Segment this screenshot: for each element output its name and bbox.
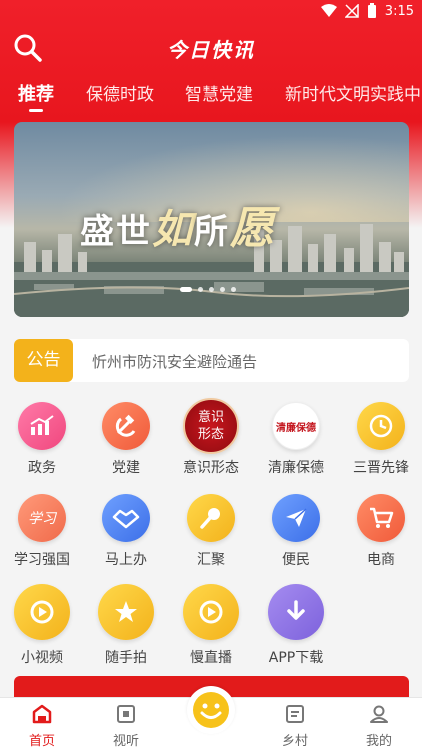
wifi-icon [320,4,337,17]
grid-item-slow-live[interactable]: 慢直播 [171,584,251,667]
grid-label: 马上办 [105,552,147,568]
grid-item-sanjin-pioneer[interactable]: 三晋先锋 [341,402,421,477]
grid-label: 清廉保德 [268,460,324,476]
center-action-button[interactable] [187,686,235,734]
document-icon [286,705,304,723]
ideology-badge-text: 意识 形态 [197,410,224,442]
channel-tabs: 推荐 保德时政 智慧党建 新时代文明实践中 [0,76,422,116]
grid-item-government[interactable]: 政务 [2,402,82,477]
grid-label: 慢直播 [190,650,232,666]
shopping-cart-icon [357,494,405,542]
nav-video[interactable]: 视听 [96,704,156,749]
status-bar: 3:15 [0,0,422,24]
top-bar: 今日快讯 [0,24,422,70]
grid-item-app-download[interactable]: APP下载 [256,584,336,667]
grid-item-xuexi[interactable]: 学习 学习强国 [2,494,82,569]
nav-label: 我的 [365,734,392,749]
banner-slogan-part: 如 [152,206,194,253]
grid-label: 意识形态 [183,460,239,476]
tab-indicator [29,109,43,112]
grid-label: 三晋先锋 [353,460,409,476]
paper-plane-icon [272,494,320,542]
grid-label: 汇聚 [197,552,225,568]
grid-item-ecommerce[interactable]: 电商 [341,494,421,569]
grid-label: APP下载 [268,650,324,666]
grid-item-convenience[interactable]: 便民 [256,494,336,569]
nav-label: 乡村 [281,734,308,749]
grid-item-party[interactable]: 党建 [86,402,166,477]
bottom-nav: 首页 视听 乡村 我的 [0,686,422,750]
notice-text[interactable]: 忻州市防汛安全避险通告 [92,351,257,372]
chart-icon [18,402,66,450]
tv-icon [117,705,135,723]
ideology-badge-icon: 意识 形态 [183,398,239,454]
banner-slogan-part: 所 [194,212,230,252]
grid-item-clean-baode[interactable]: 清廉保德 清廉保德 [256,402,336,477]
grid-label: 政务 [28,460,56,476]
page-title: 今日快讯 [167,38,255,62]
status-icons: 3:15 [320,3,414,19]
star-icon [98,584,154,640]
clock-icon [357,402,405,450]
tab-recommend[interactable]: 推荐 [18,80,54,106]
nav-me[interactable]: 我的 [349,704,409,749]
tab-baode-politics[interactable]: 保德时政 [86,80,154,105]
tab-civilization-practice[interactable]: 新时代文明实践中 [285,80,421,105]
xuexi-logo-text: 学习 [28,511,56,527]
grid-item-ideology[interactable]: 意识 形态 意识形态 [171,398,251,477]
tab-smart-party[interactable]: 智慧党建 [185,80,253,105]
handshake-icon [102,494,150,542]
banner-slogan-part: 愿 [230,203,276,254]
video-play-icon [14,584,70,640]
notice-tag: 公告 [14,339,73,382]
carousel-dot[interactable] [180,287,192,292]
grid-item-do-now[interactable]: 马上办 [86,494,166,569]
battery-icon [367,3,376,18]
download-icon [268,584,324,640]
nav-label: 视听 [112,734,139,749]
grid-label: 电商 [367,552,395,568]
carousel-dot[interactable] [209,287,214,292]
live-play-icon [183,584,239,640]
grid-label: 便民 [282,552,310,568]
hammer-sickle-icon [102,402,150,450]
status-time: 3:15 [384,3,414,19]
banner-slogan-part: 盛世 [80,212,152,252]
carousel-dot[interactable] [231,287,236,292]
clean-baode-logo-icon: 清廉保德 [272,402,320,450]
notice-bar[interactable]: 公告 忻州市防汛安全避险通告 [14,339,409,382]
clean-baode-logo-text: 清廉保德 [276,422,316,434]
grid-label: 学习强国 [14,552,70,568]
grid-item-gather[interactable]: 汇聚 [171,494,251,569]
banner-slogan: 盛世如所愿 [80,192,276,256]
grid-label: 小视频 [21,650,63,666]
xuexi-logo-icon: 学习 [18,494,66,542]
smiley-icon [193,692,229,728]
header: 3:15 今日快讯 推荐 保德时政 智慧党建 新时代文明实践中 [0,0,422,122]
carousel-dot[interactable] [198,287,203,292]
nav-label: 首页 [28,734,55,749]
carousel-dots [180,287,236,292]
grid-item-snapshot[interactable]: 随手拍 [86,584,166,667]
microphone-icon [187,494,235,542]
user-icon [370,705,388,723]
no-signal-icon [344,4,359,18]
nav-home[interactable]: 首页 [12,704,72,749]
grid-label: 党建 [112,460,140,476]
grid-item-short-video[interactable]: 小视频 [2,584,82,667]
grid-label: 随手拍 [105,650,147,666]
nav-village[interactable]: 乡村 [265,704,325,749]
carousel-dot[interactable] [220,287,225,292]
home-icon [32,704,52,724]
banner-carousel[interactable]: 盛世如所愿 [14,122,409,317]
